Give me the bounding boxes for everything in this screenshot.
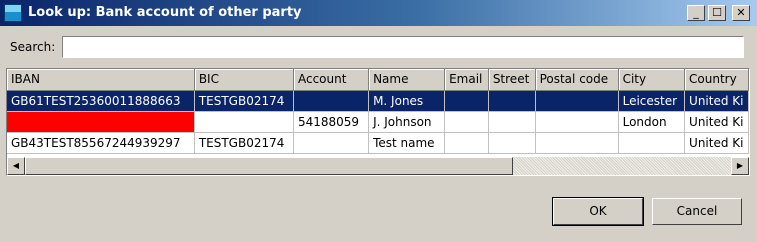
cell-name[interactable]: J. Johnson [368,111,446,133]
app-icon [4,4,22,22]
cell-iban[interactable]: GB61TEST25360011888663 [7,90,195,112]
cell-name[interactable]: Test name [368,132,446,154]
results-table: IBAN BIC Account Name Email Street Postal code… [7,69,749,154]
cell-iban[interactable] [7,111,195,133]
minimize-button[interactable]: _ [687,5,705,21]
column-header-iban[interactable]: IBAN [7,69,195,91]
close-button[interactable]: ✕ [732,5,750,21]
search-label: Search: [10,40,56,54]
column-header-city[interactable]: City [618,69,686,91]
cell-street[interactable] [488,111,536,133]
cell-country[interactable]: United Ki [684,111,749,133]
window-title: Look up: Bank account of other party [28,5,302,20]
cell-street[interactable] [488,132,536,154]
cell-city[interactable] [618,132,686,154]
cell-bic[interactable]: TESTGB02174 [194,90,294,112]
cell-account[interactable] [293,90,370,112]
cell-postal-code[interactable] [535,90,619,112]
search-input[interactable] [62,36,744,58]
cell-bic[interactable]: TESTGB02174 [194,132,294,154]
scroll-right-icon[interactable]: ▶ [731,157,749,175]
table-row[interactable]: 54188059 J. Johnson London United Ki [7,111,749,133]
column-header-street[interactable]: Street [488,69,536,91]
ok-button[interactable]: OK [552,197,644,226]
cell-iban[interactable]: GB43TEST85567244939297 [7,132,195,154]
cell-country[interactable]: United Ki [684,132,749,154]
cell-city[interactable]: Leicester [618,90,686,112]
grid-viewport: IBAN BIC Account Name Email Street Postal code… [7,69,749,157]
title-bar[interactable]: Look up: Bank account of other party _ ☐… [0,0,757,26]
cell-country[interactable]: United Ki [684,90,749,112]
cell-postal-code[interactable] [535,111,619,133]
cell-city[interactable]: London [618,111,686,133]
cell-email[interactable] [444,90,489,112]
cell-street[interactable] [488,90,536,112]
scroll-thumb[interactable] [25,157,513,175]
header-row: IBAN BIC Account Name Email Street Postal code… [7,69,749,91]
cell-email[interactable] [444,111,489,133]
column-header-postal-code[interactable]: Postal code [535,69,619,91]
results-grid: IBAN BIC Account Name Email Street Postal code… [6,68,750,176]
column-header-email[interactable]: Email [444,69,489,91]
scroll-left-icon[interactable]: ◀ [7,157,25,175]
cell-name[interactable]: M. Jones [368,90,446,112]
table-row[interactable]: GB61TEST25360011888663 TESTGB02174 M. Jone… [7,90,749,112]
cell-account[interactable]: 54188059 [293,111,370,133]
column-header-country[interactable]: Country [684,69,749,91]
column-header-bic[interactable]: BIC [194,69,294,91]
column-header-name[interactable]: Name [368,69,446,91]
cell-account[interactable] [293,132,370,154]
cell-bic[interactable] [194,111,294,133]
lookup-dialog: Look up: Bank account of other party _ ☐… [0,0,757,242]
cancel-button[interactable]: Cancel [652,198,742,225]
cell-postal-code[interactable] [535,132,619,154]
cell-email[interactable] [444,132,489,154]
horizontal-scrollbar[interactable]: ◀ ▶ [7,157,749,175]
table-row[interactable]: GB43TEST85567244939297 TESTGB02174 Test na… [7,132,749,154]
column-header-account[interactable]: Account [293,69,370,91]
maximize-button[interactable]: ☐ [708,5,726,21]
